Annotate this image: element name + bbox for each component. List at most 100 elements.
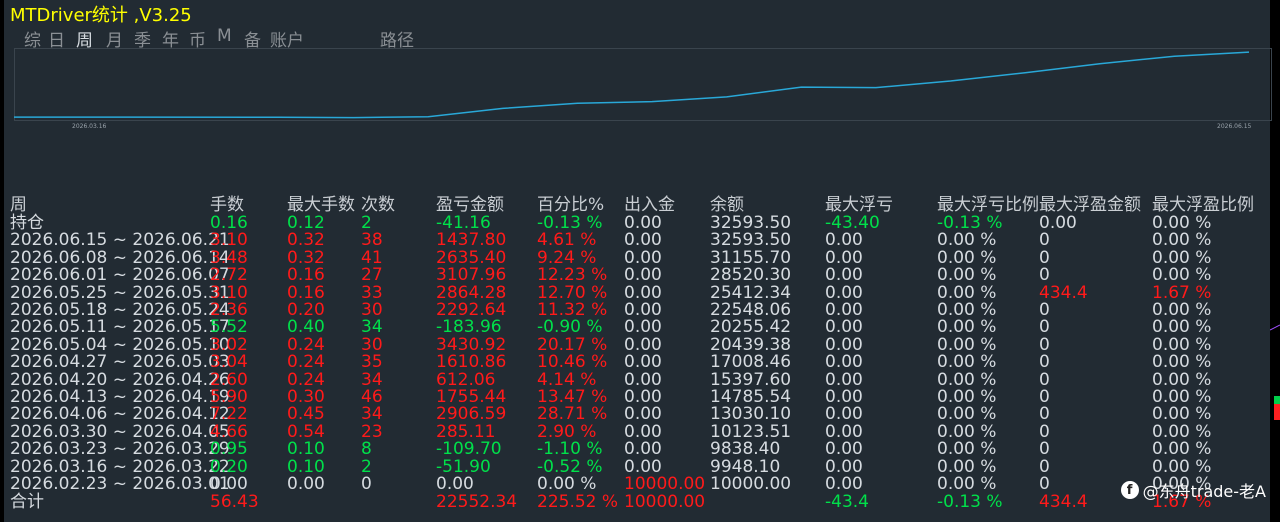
flow-cell: 0.00 — [624, 247, 662, 268]
total-row[interactable]: 合计 56.43 22552.34 225.52 % 10000.00 -43.4 -0.1… — [10, 493, 1274, 511]
max-float-profit-cell: 0 — [1039, 265, 1050, 286]
balance-cell: 20439.38 — [710, 334, 792, 355]
count-cell: 30 — [361, 334, 383, 355]
max-lots-cell: 0.30 — [287, 387, 325, 407]
header-percent[interactable]: 百分比% — [537, 196, 604, 214]
watermark: f @东舟trade-老A — [1120, 478, 1266, 502]
table-row[interactable]: 2026.06.15 ~ 2026.06.21 3.10 0.32 38 1437.80… — [10, 231, 1274, 249]
lots-cell: 2.36 — [210, 300, 248, 320]
balance-cell: 25412.34 — [710, 282, 792, 303]
pnl-cell: 2635.40 — [436, 247, 507, 268]
percent-cell: 0.00 % — [537, 474, 597, 494]
header-balance[interactable]: 余额 — [710, 196, 744, 214]
lots-cell: 5.90 — [210, 387, 248, 407]
table-row[interactable]: 2026.04.20 ~ 2026.04.26 2.60 0.24 34 612.06 4… — [10, 371, 1274, 389]
header-max-float-profit-pct[interactable]: 最大浮盈比例 — [1152, 196, 1254, 214]
pnl-cell: 0.00 — [436, 474, 474, 494]
percent-cell: 4.61 % — [537, 230, 597, 251]
table-row[interactable]: 2026.04.27 ~ 2026.05.03 3.04 0.24 35 1610.86… — [10, 353, 1274, 371]
pnl-cell: -51.90 — [436, 456, 491, 477]
total-percent-cell: 225.52 % — [537, 492, 619, 513]
table-row[interactable]: 2026.04.13 ~ 2026.04.19 5.90 0.30 46 1755.44… — [10, 388, 1274, 406]
period-cell: 2026.03.16 ~ 2026.03.22 — [10, 456, 230, 477]
period-cell: 持仓 — [10, 213, 44, 233]
max-float-profit-cell: 0 — [1039, 369, 1050, 390]
table-header: 周 手数 最大手数 次数 盈亏金额 百分比% 出入金 余额 最大浮亏 最大浮亏比例 最大浮盈金额 最大… — [10, 196, 1274, 214]
header-pnl[interactable]: 盈亏金额 — [436, 196, 504, 214]
table-row[interactable]: 2026.05.25 ~ 2026.05.31 3.10 0.16 33 2864.28… — [10, 284, 1274, 302]
lots-cell: 0.95 — [210, 439, 248, 460]
max-float-profit-pct-cell: 0.00 % — [1152, 247, 1212, 268]
percent-cell: 11.32 % — [537, 300, 608, 320]
x-end-label: 2026.06.15 — [1217, 123, 1252, 130]
header-max-float-profit[interactable]: 最大浮盈金额 — [1039, 196, 1141, 214]
pnl-cell: 2864.28 — [436, 282, 507, 303]
max-drawdown-pct-cell: 0.00 % — [937, 247, 997, 268]
max-lots-cell: 0.20 — [287, 300, 325, 320]
balance-cell: 9838.40 — [710, 439, 781, 460]
flow-cell: 0.00 — [624, 230, 662, 251]
lots-cell: 0.00 — [210, 474, 248, 494]
pnl-cell: 3107.96 — [436, 265, 507, 286]
period-cell: 2026.03.30 ~ 2026.04.05 — [10, 421, 230, 442]
candle — [1274, 396, 1280, 414]
max-float-profit-cell: 0 — [1039, 230, 1050, 251]
flow-cell: 10000.00 — [624, 474, 706, 494]
total-lots-cell: 56.43 — [210, 492, 259, 513]
balance-line — [14, 51, 1250, 119]
balance-cell: 14785.54 — [710, 387, 792, 407]
header-flow[interactable]: 出入金 — [624, 196, 675, 214]
period-cell: 2026.03.23 ~ 2026.03.29 — [10, 439, 230, 460]
table-row[interactable]: 2026.06.01 ~ 2026.06.07 2.72 0.16 27 3107.96… — [10, 266, 1274, 284]
lots-cell: 3.02 — [210, 334, 248, 355]
header-week[interactable]: 周 — [10, 196, 27, 214]
count-cell: 33 — [361, 282, 383, 303]
flow-cell: 0.00 — [624, 456, 662, 477]
percent-cell: 12.70 % — [537, 282, 608, 303]
table-row[interactable]: 2026.02.23 ~ 2026.03.01 0.00 0.00 0 0.00 0.00… — [10, 475, 1274, 493]
count-cell: 30 — [361, 300, 383, 320]
period-cell: 2026.04.06 ~ 2026.04.12 — [10, 404, 230, 425]
count-cell: 27 — [361, 265, 383, 286]
pnl-cell: 3430.92 — [436, 334, 507, 355]
total-max-drawdown-cell: -43.4 — [825, 492, 869, 513]
header-max-drawdown[interactable]: 最大浮亏 — [825, 196, 893, 214]
lots-cell: 3.48 — [210, 247, 248, 268]
period-cell: 2026.06.15 ~ 2026.06.21 — [10, 230, 230, 251]
equity-chart: 2026.03.16 2026.06.15 — [14, 48, 1272, 130]
header-count[interactable]: 次数 — [361, 196, 395, 214]
tab-m[interactable]: M — [217, 26, 232, 46]
table-row[interactable]: 2026.03.16 ~ 2026.03.22 0.20 0.10 2 -51.90 -0… — [10, 458, 1274, 476]
table-row[interactable]: 2026.05.04 ~ 2026.05.10 3.02 0.24 30 3430.92… — [10, 336, 1274, 354]
max-drawdown-pct-cell: 0.00 % — [937, 369, 997, 390]
table-row[interactable]: 2026.05.18 ~ 2026.05.24 2.36 0.20 30 2292.64… — [10, 301, 1274, 319]
table-row[interactable]: 持仓 0.16 0.12 2 -41.16 -0.13 % 0.00 32593.50 -43.… — [10, 214, 1274, 232]
max-drawdown-pct-cell: 0.00 % — [937, 474, 997, 494]
table-row[interactable]: 2026.06.08 ~ 2026.06.14 3.48 0.32 41 2635.40… — [10, 249, 1274, 267]
max-float-profit-pct-cell: 0.00 % — [1152, 230, 1212, 251]
header-max-lots[interactable]: 最大手数 — [287, 196, 355, 214]
lots-cell: 3.10 — [210, 230, 248, 251]
max-lots-cell: 0.24 — [287, 352, 325, 373]
table-row[interactable]: 2026.03.23 ~ 2026.03.29 0.95 0.10 8 -109.70 -… — [10, 440, 1274, 458]
total-max-float-profit-cell: 434.4 — [1039, 492, 1088, 513]
balance-cell: 31155.70 — [710, 247, 792, 268]
total-pnl-cell: 22552.34 — [436, 492, 518, 513]
max-float-profit-pct-cell: 0.00 % — [1152, 352, 1212, 373]
pnl-cell: 1610.86 — [436, 352, 507, 373]
table-row[interactable]: 2026.05.11 ~ 2026.05.17 5.52 0.40 34 -183.96… — [10, 318, 1274, 336]
max-drawdown-cell: 0.00 — [825, 456, 863, 477]
flow-cell: 0.00 — [624, 300, 662, 320]
header-max-drawdown-pct[interactable]: 最大浮亏比例 — [937, 196, 1039, 214]
period-cell: 2026.06.08 ~ 2026.06.14 — [10, 247, 230, 268]
max-lots-cell: 0.24 — [287, 334, 325, 355]
max-float-profit-pct-cell: 0.00 % — [1152, 439, 1212, 460]
count-cell: 0 — [361, 474, 372, 494]
table-row[interactable]: 2026.03.30 ~ 2026.04.05 4.66 0.54 23 285.11 2… — [10, 423, 1274, 441]
max-lots-cell: 0.24 — [287, 369, 325, 390]
table-row[interactable]: 2026.04.06 ~ 2026.04.12 7.22 0.45 34 2906.59… — [10, 405, 1274, 423]
header-lots[interactable]: 手数 — [210, 196, 244, 214]
period-cell: 2026.04.13 ~ 2026.04.19 — [10, 387, 230, 407]
percent-cell: 13.47 % — [537, 387, 608, 407]
lots-cell: 0.16 — [210, 213, 248, 233]
